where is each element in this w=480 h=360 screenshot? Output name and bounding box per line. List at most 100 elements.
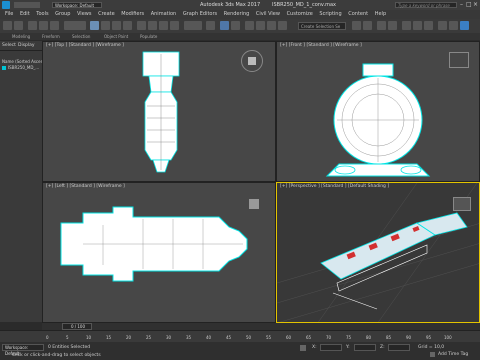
schematic-view-icon[interactable] <box>413 21 422 30</box>
selection-set-input[interactable]: Create Selection Se <box>298 22 346 30</box>
rectangular-selection-icon[interactable] <box>112 21 121 30</box>
select-move-icon[interactable] <box>137 21 146 30</box>
reference-coordinate-dropdown[interactable] <box>184 21 202 30</box>
scene-object-item[interactable]: ISBR250_MD_... <box>8 65 39 70</box>
tick-label: 60 <box>286 335 292 340</box>
render-setup-icon[interactable] <box>438 21 447 30</box>
menu-edit[interactable]: Edit <box>20 10 30 19</box>
spinner-snap-icon[interactable] <box>278 21 287 30</box>
undo-icon[interactable] <box>3 21 12 30</box>
ribbon-tab-populate[interactable]: Populate <box>140 34 157 39</box>
menu-civil-view[interactable]: Civil View <box>256 10 280 19</box>
menu-tools[interactable]: Tools <box>36 10 48 19</box>
viewcube-perspective[interactable] <box>453 197 471 211</box>
viewport-front[interactable]: [+] [Front ] [Standard ] [Wireframe ] <box>276 41 480 182</box>
z-coordinate-field[interactable] <box>388 344 410 351</box>
time-tag-icon[interactable] <box>430 352 435 357</box>
tick-label: 70 <box>326 335 332 340</box>
app-logo-icon[interactable] <box>2 1 10 9</box>
object-visibility-icon[interactable] <box>2 66 6 70</box>
ribbon-tab-freeform[interactable]: Freeform <box>42 34 60 39</box>
select-place-icon[interactable] <box>170 21 179 30</box>
material-editor-icon[interactable] <box>424 21 433 30</box>
search-input[interactable]: Type a keyword or phrase <box>395 2 457 8</box>
layer-explorer-icon[interactable] <box>377 21 386 30</box>
viewport-top-label[interactable]: [+] [Top ] [Standard ] [Wireframe ] <box>46 43 124 48</box>
viewport-top[interactable]: [+] [Top ] [Standard ] [Wireframe ] <box>42 41 276 182</box>
tick-label: 85 <box>386 335 392 340</box>
tab-select[interactable]: Select <box>2 43 16 48</box>
select-by-name-icon[interactable] <box>101 21 110 30</box>
menu-animation[interactable]: Animation <box>151 10 177 19</box>
menu-rendering[interactable]: Rendering <box>224 10 250 19</box>
tick-label: 15 <box>106 335 112 340</box>
tick-label: 100 <box>444 335 452 340</box>
menu-scripting[interactable]: Scripting <box>319 10 341 19</box>
percent-snap-icon[interactable] <box>267 21 276 30</box>
toggle-ribbon-icon[interactable] <box>388 21 397 30</box>
viewcube-face[interactable] <box>248 57 256 65</box>
align-icon[interactable] <box>363 21 372 30</box>
tick-label: 0 <box>46 335 49 340</box>
time-slider[interactable]: 0 / 100 <box>42 323 480 330</box>
quick-access-toolbar[interactable] <box>14 2 40 8</box>
viewcube-top[interactable] <box>241 50 263 72</box>
link-icon[interactable] <box>28 21 37 30</box>
ribbon-tab-selection[interactable]: Selection <box>72 34 90 39</box>
lock-selection-icon[interactable] <box>300 345 306 351</box>
workspace-selector[interactable]: Workspace: Default <box>2 344 44 356</box>
tick-label: 10 <box>86 335 92 340</box>
snaps-toggle-icon[interactable] <box>245 21 254 30</box>
selection-filter-dropdown[interactable] <box>64 21 86 30</box>
viewcube-front[interactable] <box>449 52 469 68</box>
z-label: Z: <box>380 345 385 350</box>
x-coordinate-field[interactable] <box>320 344 342 351</box>
tick-label: 25 <box>146 335 152 340</box>
minimize-icon[interactable]: – <box>460 1 463 8</box>
rendered-frame-window-icon[interactable] <box>449 21 458 30</box>
scene-explorer-panel: Select Display Name (Sorted Ascending) I… <box>0 41 53 322</box>
select-scale-icon[interactable] <box>159 21 168 30</box>
close-icon[interactable]: × <box>473 1 478 8</box>
keyboard-shortcut-icon[interactable] <box>231 21 240 30</box>
tick-label: 40 <box>206 335 212 340</box>
workspace-dropdown[interactable]: Workspace: Default <box>52 2 102 8</box>
mirror-icon[interactable] <box>352 21 361 30</box>
viewcube-left[interactable] <box>249 199 259 209</box>
viewport-perspective[interactable]: [+] [Perspective ] [Standard ] [Default … <box>276 182 480 323</box>
viewport-left[interactable]: [+] [Left ] [Standard ] [Wireframe ] <box>42 182 276 323</box>
menu-customize[interactable]: Customize <box>287 10 313 19</box>
y-coordinate-field[interactable] <box>354 344 376 351</box>
angle-snap-icon[interactable] <box>256 21 265 30</box>
viewport-left-label[interactable]: [+] [Left ] [Standard ] [Wireframe ] <box>46 184 125 189</box>
viewport-front-label[interactable]: [+] [Front ] [Standard ] [Wireframe ] <box>280 43 362 48</box>
ribbon-tab-modeling[interactable]: Modeling <box>12 34 30 39</box>
unlink-icon[interactable] <box>39 21 48 30</box>
menu-modifiers[interactable]: Modifiers <box>121 10 144 19</box>
menu-help[interactable]: Help <box>375 10 386 19</box>
frame-counter[interactable]: 0 / 100 <box>62 323 92 330</box>
tick-label: 65 <box>306 335 312 340</box>
menu-create[interactable]: Create <box>98 10 115 19</box>
viewport-perspective-label[interactable]: [+] [Perspective ] [Standard ] [Default … <box>280 184 389 189</box>
tick-label: 80 <box>366 335 372 340</box>
select-object-icon[interactable] <box>90 21 99 30</box>
menu-file[interactable]: File <box>5 10 13 19</box>
curve-editor-icon[interactable] <box>402 21 411 30</box>
bind-space-warp-icon[interactable] <box>50 21 59 30</box>
redo-icon[interactable] <box>14 21 23 30</box>
select-manipulate-icon[interactable] <box>220 21 229 30</box>
ribbon-tab-object-paint[interactable]: Object Paint <box>104 34 128 39</box>
select-rotate-icon[interactable] <box>148 21 157 30</box>
tab-display[interactable]: Display <box>18 43 35 48</box>
menu-graph-editors[interactable]: Graph Editors <box>183 10 217 19</box>
selection-info: 0 Entities Selected <box>48 345 91 350</box>
add-time-tag-button[interactable]: Add Time Tag <box>438 352 468 357</box>
menu-content[interactable]: Content <box>348 10 368 19</box>
render-production-icon[interactable] <box>460 21 469 30</box>
menu-views[interactable]: Views <box>77 10 91 19</box>
pivot-center-icon[interactable] <box>206 21 215 30</box>
maximize-icon[interactable]: □ <box>466 1 472 8</box>
menu-group[interactable]: Group <box>55 10 70 19</box>
window-crossing-icon[interactable] <box>123 21 132 30</box>
